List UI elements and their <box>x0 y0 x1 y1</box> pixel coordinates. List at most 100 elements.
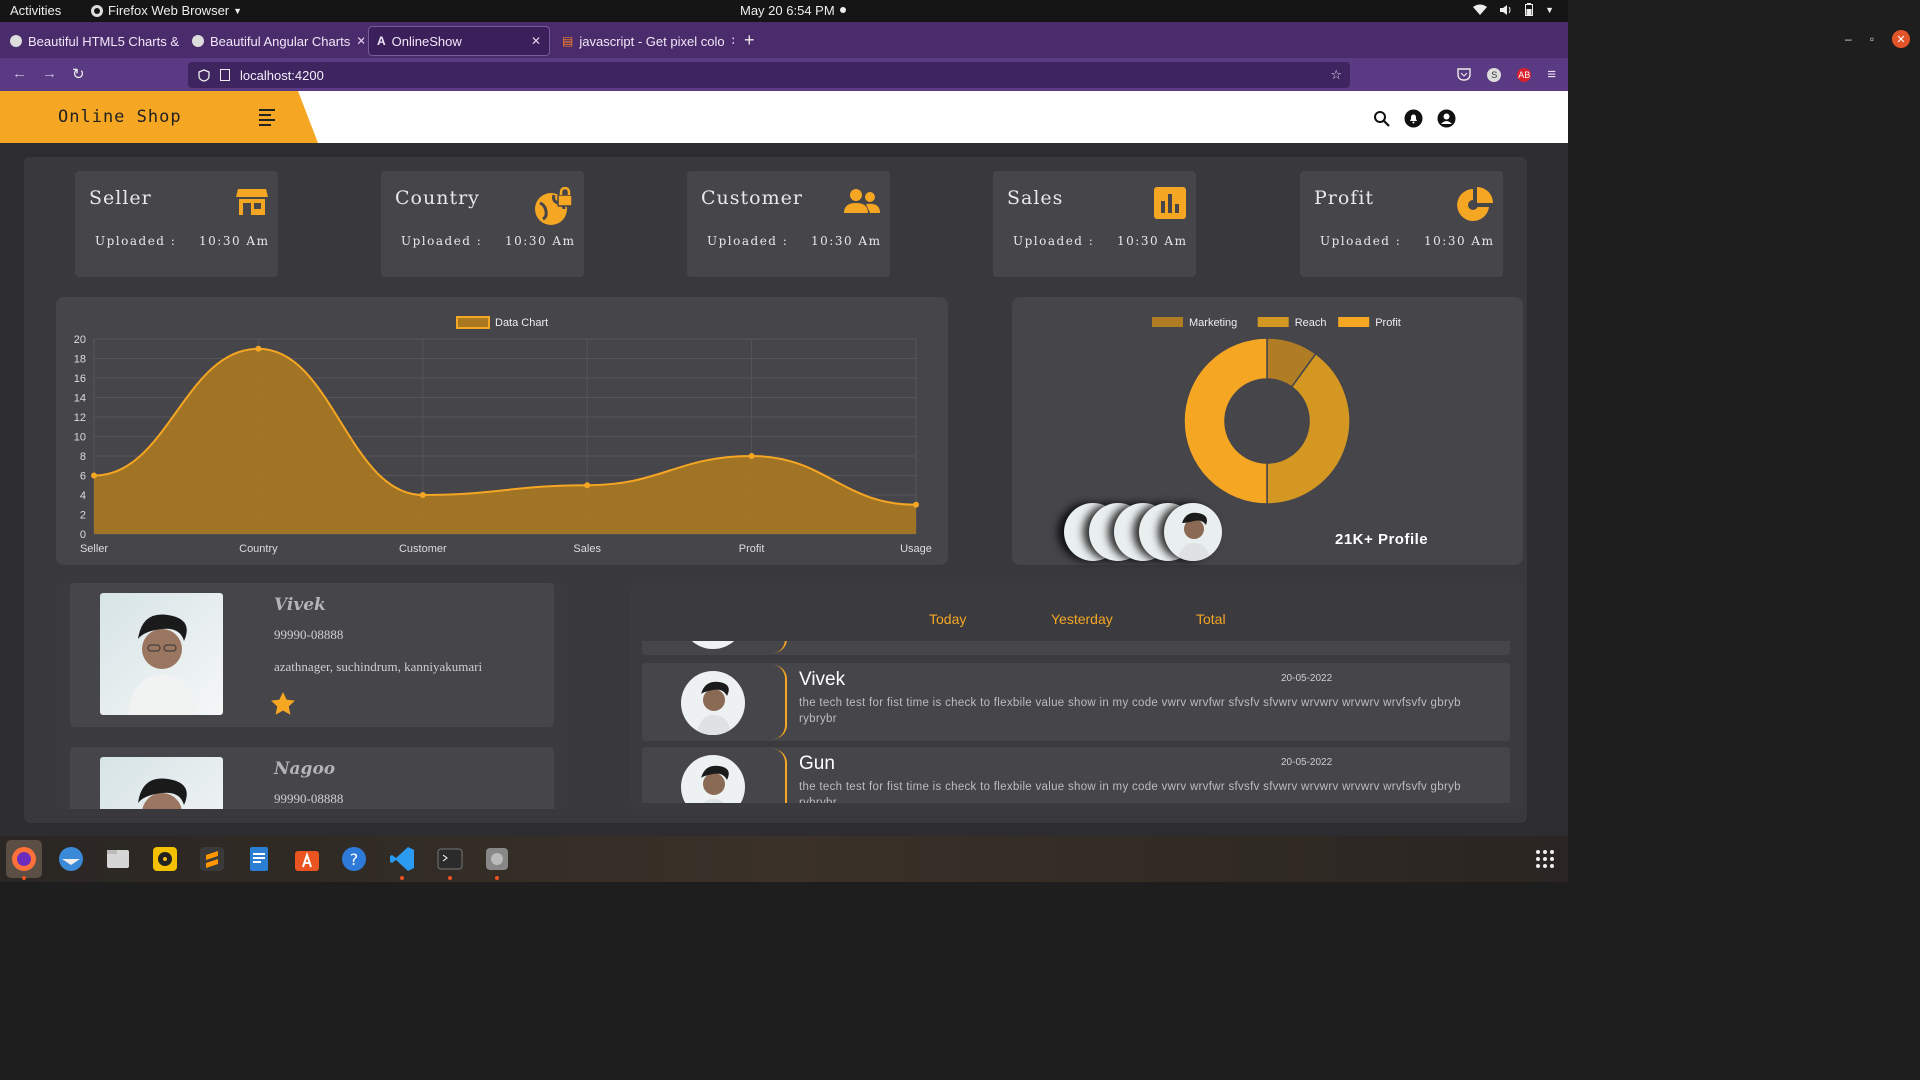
files-dock-icon[interactable] <box>104 845 132 873</box>
y-tick-label: 14 <box>74 393 86 405</box>
browser-tab[interactable]: Beautiful HTML5 Charts & ✕ <box>2 26 180 56</box>
close-tab-icon[interactable]: ✕ <box>356 34 364 48</box>
show-apps-grid-icon[interactable] <box>1536 850 1554 868</box>
legend-swatch <box>1338 317 1370 327</box>
donut-chart[interactable]: Marketing Reach Profit <box>1012 297 1523 517</box>
area-chart-card: Data Chart 0 2 4 6 8 10 12 14 16 18 20 Seller Country… <box>56 297 948 565</box>
donut-slice-profit <box>1183 337 1268 505</box>
browser-nav-bar: ← → ↻ localhost:4200 ☆ S AB ≡ <box>0 58 1568 91</box>
x-tick-label: Customer <box>399 543 447 555</box>
rhythmbox-dock-icon[interactable] <box>151 845 179 873</box>
feed-avatar-wrap <box>642 747 787 803</box>
feed-item[interactable]: Gun 20-05-2022 the tech test for fist ti… <box>642 747 1510 803</box>
volume-icon <box>1500 4 1511 15</box>
avatar[interactable] <box>1164 503 1222 561</box>
clock[interactable]: May 20 6:54 PM <box>740 3 835 18</box>
vscode-dock-icon[interactable] <box>388 845 416 873</box>
system-tray[interactable]: ▼ <box>1473 3 1554 16</box>
reload-icon[interactable]: ↻ <box>72 65 85 83</box>
close-tab-icon[interactable]: ✕ <box>531 34 541 48</box>
browser-tab[interactable]: Beautiful Angular Charts ✕ <box>184 26 364 56</box>
search-icon[interactable] <box>1373 110 1390 127</box>
firefox-icon <box>91 4 103 17</box>
thunderbird-dock-icon[interactable] <box>57 845 85 873</box>
stat-card-seller[interactable]: Seller Uploaded : 10:30 Am <box>75 171 278 277</box>
stat-time: 10:30 Am <box>505 234 576 248</box>
x-tick-label: Seller <box>80 543 108 555</box>
firefox-dock-icon[interactable] <box>6 840 42 878</box>
person-card[interactable]: Vivek 99990-08888 azathnager, suchindrum… <box>70 583 554 727</box>
disk-dock-icon[interactable] <box>483 845 511 873</box>
legend-swatch <box>1152 317 1183 327</box>
pocket-icon[interactable] <box>1457 68 1471 81</box>
people-list: Vivek 99990-08888 azathnager, suchindrum… <box>56 583 568 809</box>
stat-card-country[interactable]: Country Uploaded : 10:30 Am <box>381 171 584 277</box>
close-window-icon[interactable]: ✕ <box>1892 30 1910 48</box>
app-menu[interactable]: Firefox Web Browser ▼ <box>90 3 242 18</box>
toolbar-extensions: S AB ≡ <box>1457 66 1556 83</box>
bookmark-star-icon[interactable]: ☆ <box>1330 67 1342 83</box>
extension-s-icon[interactable]: S <box>1487 67 1502 82</box>
legend-label: Data Chart <box>495 317 548 329</box>
x-tick-label: Profit <box>739 543 765 555</box>
person-photo <box>100 757 223 809</box>
avatar-stack <box>1064 503 1234 563</box>
person-photo-icon <box>1178 512 1210 561</box>
tab-total[interactable]: Total <box>1196 611 1226 627</box>
notification-dot <box>840 7 846 13</box>
hamburger-menu-icon[interactable]: ≡ <box>1547 66 1556 83</box>
new-tab-plus-icon[interactable]: + <box>744 30 755 51</box>
chevron-down-icon: ▼ <box>1545 4 1554 15</box>
person-card[interactable]: Nagoo 99990-08888 <box>70 747 554 809</box>
back-arrow-icon[interactable]: ← <box>12 65 27 82</box>
data-point <box>584 482 591 489</box>
tab-label: Beautiful Angular Charts <box>210 33 351 49</box>
feed-avatar-wrap <box>642 641 787 655</box>
tab-label: Beautiful HTML5 Charts & <box>28 33 180 49</box>
data-point <box>419 492 426 498</box>
forward-arrow-icon[interactable]: → <box>42 65 57 82</box>
tab-today[interactable]: Today <box>929 611 966 627</box>
browser-tab-active[interactable]: A OnlineShow ✕ <box>368 26 550 56</box>
person-phone: 99990-08888 <box>274 627 344 642</box>
minimize-icon[interactable]: – <box>1845 32 1852 46</box>
stat-card-sales[interactable]: Sales Uploaded : 10:30 Am <box>993 171 1196 277</box>
y-tick-label: 4 <box>80 490 86 502</box>
y-tick-label: 8 <box>80 451 86 463</box>
maximize-icon[interactable]: ▫ <box>1870 32 1874 46</box>
bell-icon[interactable] <box>1404 109 1423 128</box>
accent-bracket <box>767 749 787 803</box>
browser-tab[interactable]: ▤ javascript - Get pixel colo ✕ <box>554 26 734 56</box>
close-tab-icon[interactable]: ✕ <box>731 34 734 48</box>
running-indicator <box>448 876 452 880</box>
sublime-dock-icon[interactable] <box>198 845 226 873</box>
user-account-icon[interactable] <box>1437 109 1456 128</box>
terminal-dock-icon[interactable] <box>436 845 464 873</box>
feed-name: Vivek <box>799 669 846 690</box>
svg-text:?: ? <box>350 850 359 869</box>
adblock-icon[interactable]: AB <box>1517 67 1532 82</box>
menu-toggle-icon[interactable] <box>259 109 275 129</box>
data-point <box>91 472 97 479</box>
stat-card-profit[interactable]: Profit Uploaded : 10:30 Am <box>1300 171 1503 277</box>
writer-dock-icon[interactable] <box>245 845 273 873</box>
feed-item[interactable] <box>642 641 1510 655</box>
software-center-dock-icon[interactable] <box>293 845 321 873</box>
area-chart[interactable]: Data Chart 0 2 4 6 8 10 12 14 16 18 20 Seller Country… <box>56 297 948 565</box>
feed-date: 20-05-2022 <box>1281 757 1333 768</box>
help-dock-icon[interactable]: ? <box>340 845 368 873</box>
tab-favicon-icon <box>10 35 22 47</box>
stat-card-customer[interactable]: Customer Uploaded : 10:30 Am <box>687 171 890 277</box>
url-bar[interactable]: localhost:4200 ☆ <box>188 62 1350 88</box>
store-icon <box>236 189 268 215</box>
star-icon[interactable] <box>270 691 296 717</box>
tab-yesterday[interactable]: Yesterday <box>1051 611 1113 627</box>
stat-time: 10:30 Am <box>811 234 882 248</box>
activities-button[interactable]: Activities <box>10 3 61 18</box>
feed-list: Vivek 20-05-2022 the tech test for fist … <box>642 641 1510 803</box>
running-indicator <box>400 876 404 880</box>
feed-item[interactable]: Vivek 20-05-2022 the tech test for fist … <box>642 663 1510 741</box>
feed-name: Gun <box>799 753 835 774</box>
y-tick-label: 16 <box>74 373 86 385</box>
users-icon <box>844 189 880 213</box>
